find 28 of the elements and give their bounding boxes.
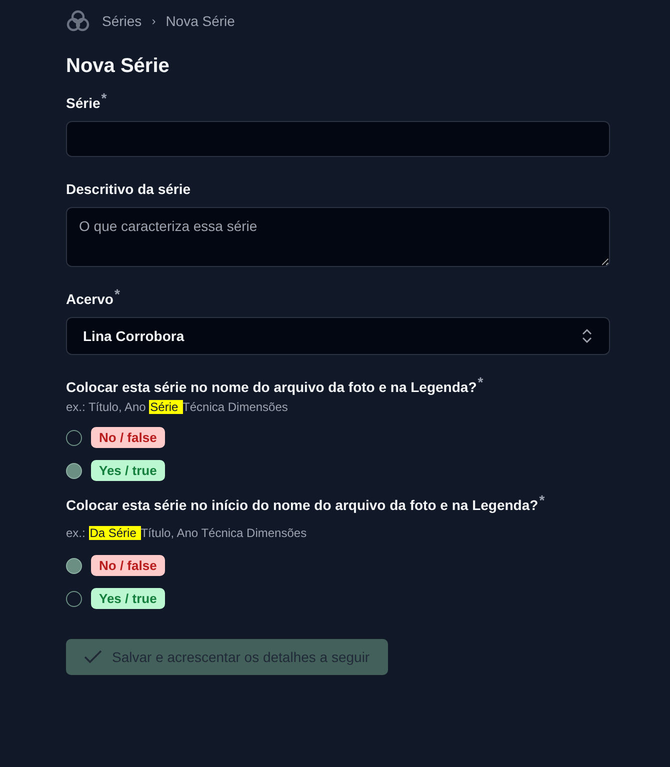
option-label: Yes / true (91, 588, 165, 609)
serie-field[interactable] (66, 121, 610, 157)
question-label: Colocar esta série no início do nome do arquivo da foto e na Legenda? (66, 497, 538, 513)
breadcrumb-current: Nova Série (166, 13, 235, 29)
field-label: Descritivo da série (66, 181, 191, 197)
option-label: No / false (91, 427, 165, 448)
collection-select[interactable]: Lina Corrobora (66, 317, 610, 355)
required-mark: * (478, 374, 484, 390)
question-label: Colocar esta série no nome do arquivo da foto e na Legenda? (66, 379, 477, 395)
example-hint: ex.: Da Série Título, Ano Técnica Dimensões (66, 525, 308, 541)
radio-button[interactable] (66, 430, 82, 446)
radio-button[interactable] (66, 558, 82, 574)
chevron-up-down-icon (581, 329, 593, 343)
field-label: Série (66, 95, 100, 111)
option-label: No / false (91, 555, 165, 576)
radio-button[interactable] (66, 462, 82, 478)
checkmark-icon (84, 650, 102, 664)
page-title: Nova Série (66, 55, 170, 78)
required-mark: * (101, 90, 107, 106)
option-label: Yes / true (91, 460, 165, 481)
description-field[interactable]: O que caracteriza essa série (66, 207, 610, 267)
required-mark: * (539, 492, 545, 508)
separator-icon: › (152, 14, 156, 28)
logo-icon (66, 9, 90, 33)
breadcrumb-link[interactable]: Séries (102, 13, 142, 29)
field-label: Acervo (66, 291, 114, 307)
radio-button[interactable] (66, 590, 82, 606)
required-mark: * (114, 286, 120, 302)
